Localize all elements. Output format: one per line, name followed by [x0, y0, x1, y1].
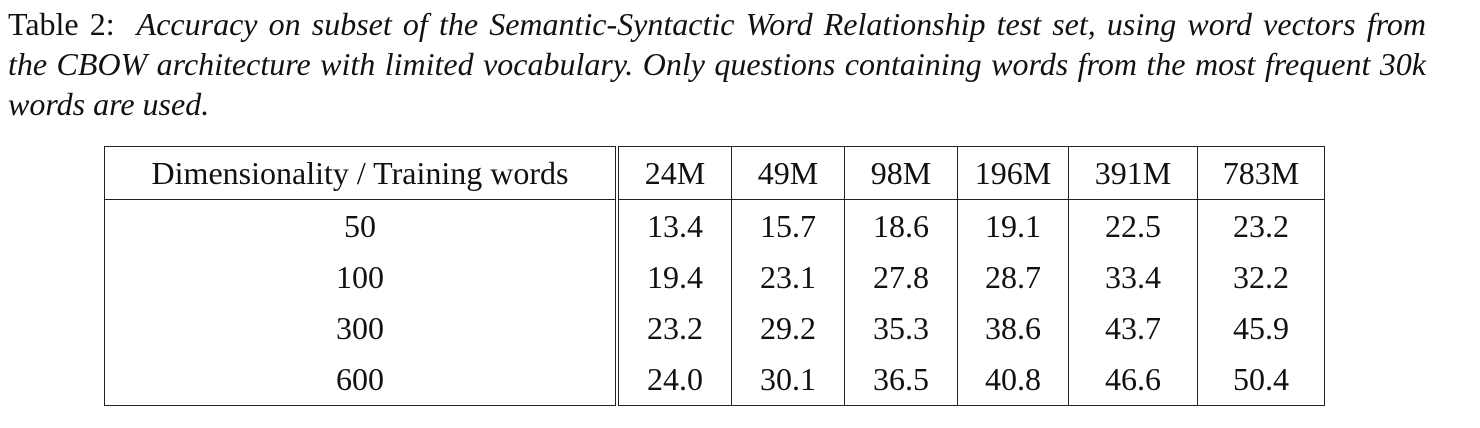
row-label-cell: 100 — [104, 252, 619, 303]
table-row: 300 23.2 29.2 35.3 38.6 43.7 45.9 — [104, 303, 1325, 354]
table-cell: 50.4 — [1197, 354, 1325, 406]
header-cell-98m: 98M — [844, 146, 958, 200]
table-cell: 35.3 — [844, 303, 958, 354]
table-cell: 18.6 — [844, 199, 958, 252]
header-cell-49m: 49M — [731, 146, 845, 200]
table-cell: 32.2 — [1197, 252, 1325, 303]
table-cell: 33.4 — [1068, 252, 1198, 303]
table-cell: 30.1 — [731, 354, 845, 406]
results-table: Dimensionality / Training words 24M 49M … — [104, 146, 1325, 406]
header-cell-391m: 391M — [1068, 146, 1198, 200]
header-cell-24m: 24M — [616, 146, 732, 200]
table-row: 100 19.4 23.1 27.8 28.7 33.4 32.2 — [104, 252, 1325, 303]
row-label-cell: 300 — [104, 303, 619, 354]
table-cell: 24.0 — [616, 354, 732, 406]
header-cell-196m: 196M — [957, 146, 1069, 200]
table-cell: 29.2 — [731, 303, 845, 354]
table-cell: 28.7 — [957, 252, 1069, 303]
table-cell: 23.2 — [1197, 199, 1325, 252]
table-cell: 19.4 — [616, 252, 732, 303]
row-label-cell: 50 — [104, 199, 619, 252]
results-table-container: Dimensionality / Training words 24M 49M … — [104, 146, 1325, 406]
table-cell: 46.6 — [1068, 354, 1198, 406]
table-cell: 22.5 — [1068, 199, 1198, 252]
table-cell: 15.7 — [731, 199, 845, 252]
table-cell: 27.8 — [844, 252, 958, 303]
table-cell: 23.1 — [731, 252, 845, 303]
table-cell: 13.4 — [616, 199, 732, 252]
table-header-row: Dimensionality / Training words 24M 49M … — [104, 146, 1325, 200]
table-cell: 19.1 — [957, 199, 1069, 252]
caption-label: Table 2: — [8, 6, 115, 42]
row-label-cell: 600 — [104, 354, 619, 406]
table-row: 50 13.4 15.7 18.6 19.1 22.5 23.2 — [104, 199, 1325, 252]
table-cell: 38.6 — [957, 303, 1069, 354]
header-cell-783m: 783M — [1197, 146, 1325, 200]
table-cell: 45.9 — [1197, 303, 1325, 354]
header-cell-dimensionality: Dimensionality / Training words — [104, 146, 619, 200]
table-row: 600 24.0 30.1 36.5 40.8 46.6 50.4 — [104, 354, 1325, 406]
table-cell: 43.7 — [1068, 303, 1198, 354]
table-cell: 36.5 — [844, 354, 958, 406]
table-caption: Table 2: Accuracy on subset of the Semant… — [8, 4, 1426, 124]
table-cell: 40.8 — [957, 354, 1069, 406]
caption-text: Accuracy on subset of the Semantic-Synta… — [8, 6, 1427, 122]
table-cell: 23.2 — [616, 303, 732, 354]
